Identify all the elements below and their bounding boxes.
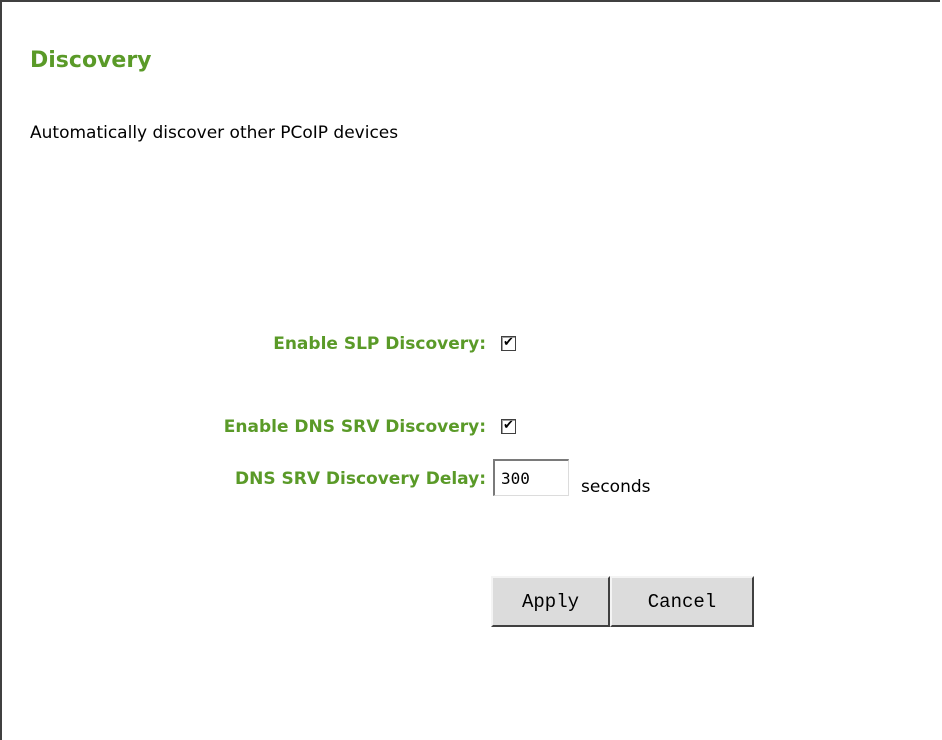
checkmark-icon: ✔ — [503, 335, 514, 350]
dns-srv-delay-label: DNS SRV Discovery Delay: — [234, 469, 486, 489]
apply-button[interactable]: Apply — [491, 576, 610, 627]
content-panel: Discovery Automatically discover other P… — [0, 0, 940, 740]
page-title: Discovery — [30, 48, 152, 73]
dns-srv-discovery-label: Enable DNS SRV Discovery: — [223, 417, 486, 437]
slp-discovery-label: Enable SLP Discovery: — [273, 334, 486, 354]
dns-srv-discovery-checkbox[interactable]: ✔ — [501, 418, 516, 434]
slp-discovery-checkbox[interactable]: ✔ — [501, 335, 516, 351]
checkmark-icon: ✔ — [503, 418, 514, 433]
cancel-button[interactable]: Cancel — [610, 576, 754, 627]
dns-srv-delay-input[interactable] — [493, 459, 569, 496]
delay-unit-label: seconds — [581, 477, 651, 497]
page-description: Automatically discover other PCoIP devic… — [30, 123, 399, 143]
